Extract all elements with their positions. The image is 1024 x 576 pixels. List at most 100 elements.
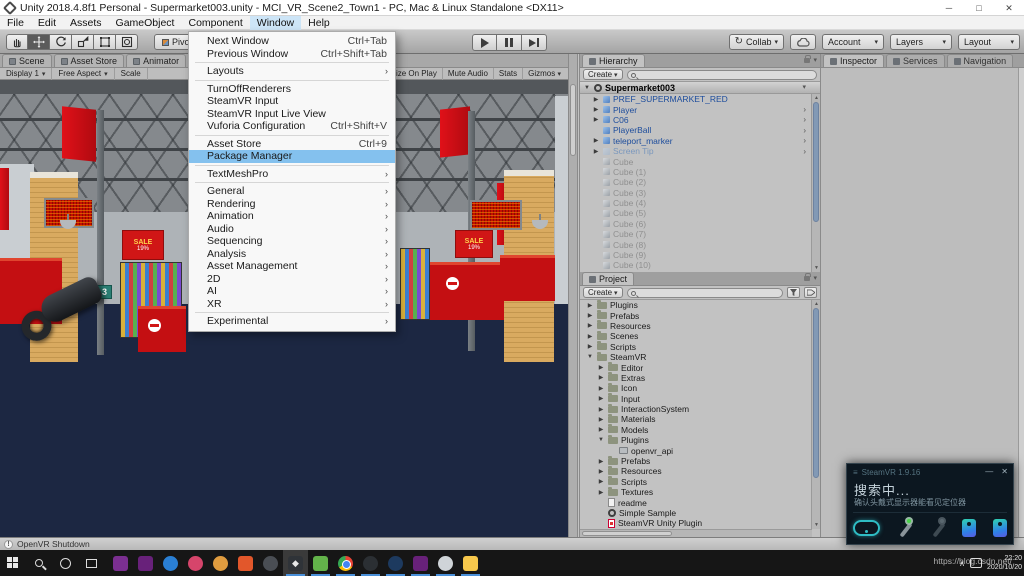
taskbar-chrome-browser[interactable]	[333, 550, 358, 576]
hierarchy-item-player[interactable]: ▶Player›	[580, 104, 820, 114]
base-station-icon-2[interactable]	[993, 519, 1007, 537]
project-item-prefabs[interactable]: ▶Prefabs	[580, 310, 820, 320]
taskbar-search-button[interactable]	[26, 550, 52, 576]
project-item-textures[interactable]: ▶Textures	[580, 487, 820, 497]
project-item-scripts[interactable]: ▶Scripts	[580, 342, 820, 352]
menu-item-analysis[interactable]: Analysis›	[189, 248, 395, 261]
lock-icon[interactable]	[804, 276, 810, 281]
menu-item-package-manager[interactable]: Package Manager	[189, 150, 395, 163]
hierarchy-item-screen-tip[interactable]: ▶Screen Tip›	[580, 146, 820, 156]
pause-button[interactable]	[497, 34, 522, 51]
hierarchy-item-cube[interactable]: Cube	[580, 156, 820, 166]
menu-item-steamvr-input-live-view[interactable]: SteamVR Input Live View	[189, 108, 395, 121]
menu-item-sequencing[interactable]: Sequencing›	[189, 235, 395, 248]
project-item-extras[interactable]: ▶Extras	[580, 373, 820, 383]
menu-help[interactable]: Help	[301, 16, 337, 30]
hierarchy-item-cube-4[interactable]: Cube (4)	[580, 198, 820, 208]
taskbar-visual-studio[interactable]	[133, 550, 158, 576]
scrollbar-thumb[interactable]	[813, 102, 819, 222]
display-dropdown[interactable]: Display 1 ▾	[0, 68, 52, 80]
stats-button[interactable]: Stats	[493, 68, 522, 80]
controller-icon-inactive[interactable]	[930, 517, 946, 539]
search-by-label-button[interactable]	[804, 287, 817, 298]
steamvr-close-button[interactable]: ✕	[1001, 467, 1008, 476]
menu-item-vuforia-configuration[interactable]: Vuforia ConfigurationCtrl+Shift+V	[189, 120, 395, 133]
panel-menu-icon[interactable]: ▾	[813, 57, 817, 64]
hierarchy-item-cube-1[interactable]: Cube (1)	[580, 167, 820, 177]
account-dropdown[interactable]: Account ▾	[822, 34, 884, 50]
controller-icon-active[interactable]	[897, 517, 913, 539]
project-item-icon[interactable]: ▶Icon	[580, 383, 820, 393]
menu-item-2d[interactable]: 2D›	[189, 273, 395, 286]
cloud-button[interactable]	[790, 34, 816, 50]
hand-tool-button[interactable]	[6, 34, 28, 50]
game-panel-scrollbar[interactable]	[568, 54, 578, 537]
prefab-chevron-icon[interactable]: ›	[803, 115, 806, 124]
project-item-simple-sample[interactable]: Simple Sample	[580, 508, 820, 518]
project-item-plugins[interactable]: ▶Plugins	[580, 300, 820, 310]
inspector-scrollbar[interactable]	[1018, 68, 1024, 537]
prefab-chevron-icon[interactable]: ›	[803, 105, 806, 114]
menu-file[interactable]: File	[0, 16, 31, 30]
close-button[interactable]: ✕	[994, 0, 1024, 16]
tab-hierarchy[interactable]: Hierarchy	[582, 54, 645, 67]
taskbar-red-swirl-app[interactable]	[183, 550, 208, 576]
tab-navigation[interactable]: Navigation	[947, 54, 1014, 67]
menu-item-next-window[interactable]: Next WindowCtrl+Tab	[189, 35, 395, 48]
menu-item-audio[interactable]: Audio›	[189, 223, 395, 236]
menu-window[interactable]: Window	[250, 16, 301, 30]
menu-item-asset-management[interactable]: Asset Management›	[189, 260, 395, 273]
project-item-models[interactable]: ▶Models	[580, 425, 820, 435]
hierarchy-item-cube-5[interactable]: Cube (5)	[580, 208, 820, 218]
taskbar-orange-app[interactable]	[208, 550, 233, 576]
aspect-dropdown[interactable]: Free Aspect ▾	[52, 68, 114, 80]
scrollbar-thumb[interactable]	[570, 84, 576, 156]
project-item-steamvr-unity-plugin[interactable]: SteamVR Unity Plugin	[580, 518, 820, 528]
hierarchy-search-input[interactable]	[627, 70, 817, 80]
scale-tool-button[interactable]	[72, 34, 94, 50]
project-item-openvr-api[interactable]: openvr_api	[580, 445, 820, 455]
layers-dropdown[interactable]: Layers ▾	[890, 34, 952, 50]
project-item-resources[interactable]: ▶Resources	[580, 321, 820, 331]
minimize-button[interactable]: ─	[934, 0, 964, 16]
base-station-icon-1[interactable]	[962, 519, 976, 537]
expand-icon[interactable]: ▼	[583, 85, 591, 91]
menu-item-rendering[interactable]: Rendering›	[189, 198, 395, 211]
menu-item-previous-window[interactable]: Previous WindowCtrl+Shift+Tab	[189, 48, 395, 61]
menu-item-layouts[interactable]: Layouts›	[189, 65, 395, 78]
taskbar-gray-circle-app[interactable]	[433, 550, 458, 576]
maximize-button[interactable]: □	[964, 0, 994, 16]
prefab-chevron-icon[interactable]: ›	[803, 136, 806, 145]
scrollbar-thumb[interactable]	[582, 531, 672, 536]
layout-dropdown[interactable]: Layout ▾	[958, 34, 1020, 50]
tab-asset-store[interactable]: Asset Store	[54, 54, 125, 67]
start-button[interactable]	[0, 550, 26, 576]
project-item-input[interactable]: ▶Input	[580, 394, 820, 404]
hierarchy-item-cube-10[interactable]: Cube (10)	[580, 260, 820, 270]
hierarchy-scrollbar[interactable]: ▲ ▼	[811, 94, 820, 272]
menu-gameobject[interactable]: GameObject	[109, 16, 182, 30]
prefab-chevron-icon[interactable]: ›	[803, 147, 806, 156]
taskbar-music-app[interactable]	[108, 550, 133, 576]
scrollbar-thumb[interactable]	[813, 308, 819, 478]
hierarchy-item-cube-8[interactable]: Cube (8)	[580, 239, 820, 249]
scene-root-row[interactable]: ▼ Supermarket003 ▾	[580, 82, 820, 94]
taskbar-dark-app[interactable]	[358, 550, 383, 576]
scale-slider[interactable]: Scale	[115, 68, 148, 80]
notification-icon[interactable]	[970, 558, 982, 568]
tab-scene[interactable]: Scene	[2, 54, 52, 67]
taskbar-green-app[interactable]	[308, 550, 333, 576]
transform-tool-button[interactable]	[116, 34, 138, 50]
taskbar-downloads-app[interactable]	[233, 550, 258, 576]
menu-edit[interactable]: Edit	[31, 16, 63, 30]
hierarchy-item-c06[interactable]: ▶C06›	[580, 115, 820, 125]
project-item-readme[interactable]: readme	[580, 497, 820, 507]
collab-button[interactable]: ↻ Collab ▾	[729, 34, 784, 50]
cortana-button[interactable]	[52, 550, 78, 576]
project-item-scripts[interactable]: ▶Scripts	[580, 477, 820, 487]
tab-animator[interactable]: Animator	[126, 54, 186, 67]
menu-item-xr[interactable]: XR›	[189, 298, 395, 311]
hierarchy-item-playerball[interactable]: PlayerBall›	[580, 125, 820, 135]
hierarchy-item-teleport-marker[interactable]: ▶teleport_marker›	[580, 136, 820, 146]
rotate-tool-button[interactable]	[50, 34, 72, 50]
